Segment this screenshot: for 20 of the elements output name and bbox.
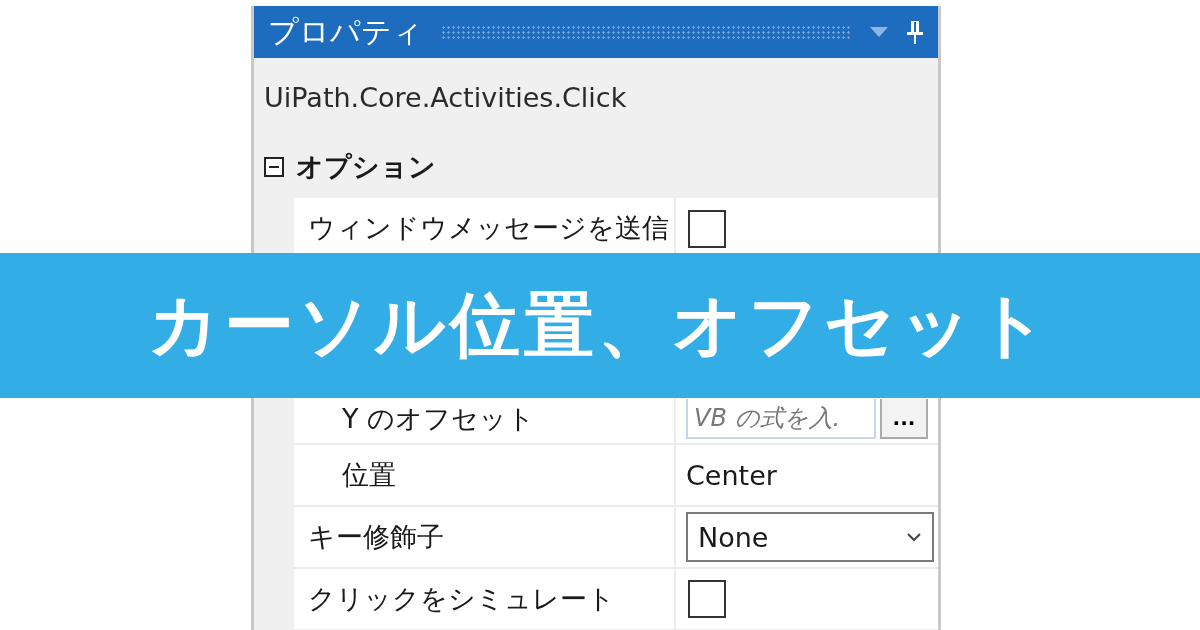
browse-button[interactable]: ... [880, 399, 928, 439]
property-value: Center [686, 459, 777, 491]
banner-title: カーソル位置、オフセット [148, 282, 1052, 368]
dropdown-triangle-icon[interactable] [870, 27, 888, 37]
chevron-down-icon [906, 532, 922, 542]
pin-icon[interactable] [906, 19, 924, 45]
property-row[interactable]: ウィンドウメッセージを送信 [294, 198, 676, 253]
dropdown[interactable]: None [686, 512, 934, 562]
property-row[interactable]: キー修飾子 [294, 507, 676, 569]
category-label: オプション [296, 150, 436, 184]
panel-title: プロパティ [268, 12, 423, 51]
property-row[interactable]: クリックをシミュレート [294, 569, 676, 630]
property-row[interactable]: 位置 [294, 445, 676, 507]
expression-field[interactable]: VB の式を入. [686, 399, 876, 439]
checkbox[interactable] [688, 580, 726, 618]
activity-name: UiPath.Core.Activities.Click [263, 80, 628, 115]
collapse-icon[interactable] [264, 157, 284, 177]
grip-icon [441, 25, 852, 39]
checkbox[interactable] [688, 210, 726, 248]
property-row[interactable]: Y のオフセット [294, 398, 676, 445]
